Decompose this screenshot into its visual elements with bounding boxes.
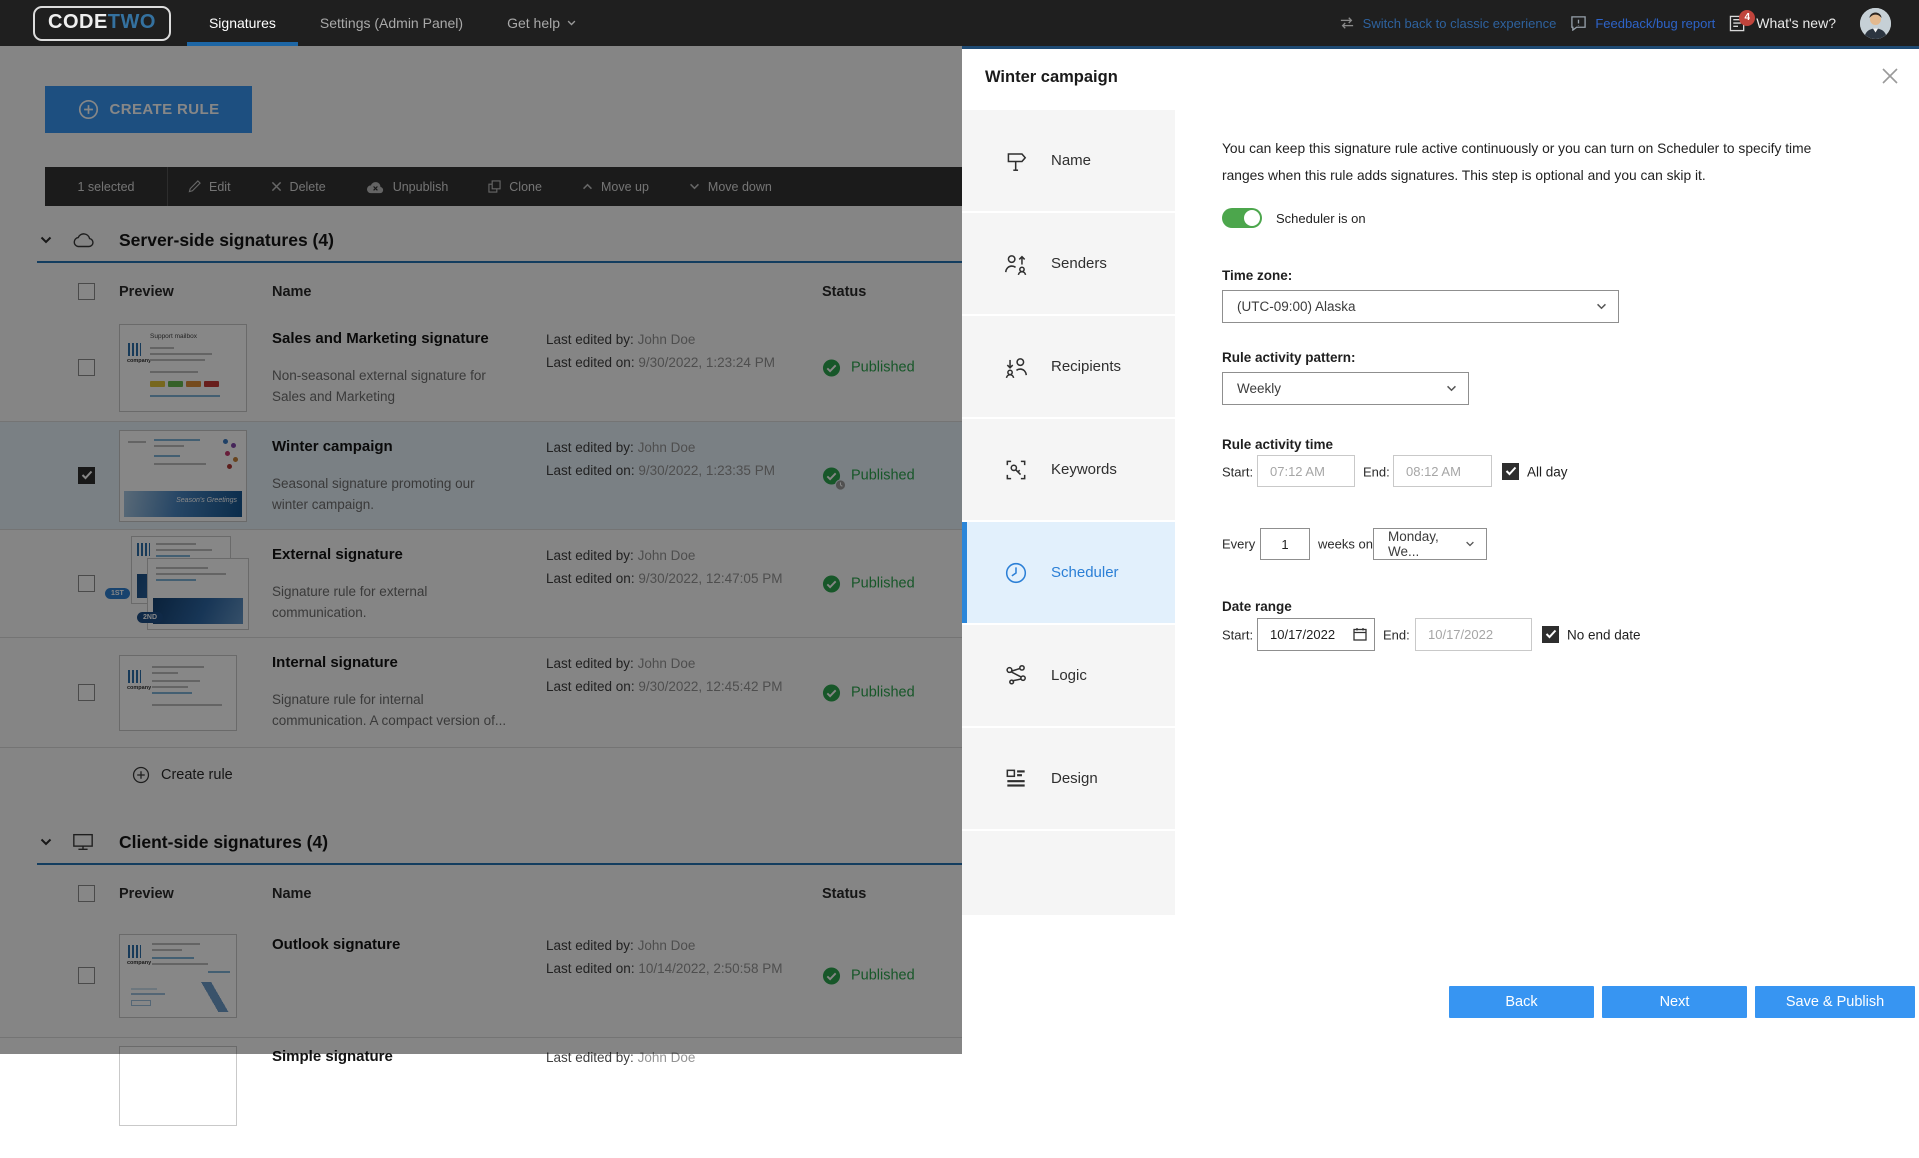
all-day-checkbox[interactable] [1502,462,1519,480]
date-range-label: Date range [1222,599,1292,614]
step-recipients[interactable]: Recipients [962,316,1175,417]
modal-body: Name Senders Recipients Keywords Schedul… [962,110,1919,1054]
toggle-label: Scheduler is on [1276,210,1366,226]
timezone-select[interactable]: (UTC-09:00) Alaska [1222,290,1619,323]
nav-settings[interactable]: Settings (Admin Panel) [298,0,485,46]
start-date-input[interactable] [1257,618,1375,651]
signature-preview-thumbnail [119,1046,237,1126]
recipient-person-down-icon [1003,354,1029,380]
start-time-input[interactable] [1257,455,1355,487]
clock-icon [1003,560,1029,586]
back-button[interactable]: Back [1449,986,1594,1018]
toggle-knob [1244,210,1260,226]
keywords-icon [1003,457,1029,483]
logo-code: CODE [48,10,108,33]
scheduler-toggle[interactable] [1222,208,1262,228]
step-scheduler-active[interactable]: Scheduler [962,522,1175,623]
whats-new-badge: 4 [1739,9,1756,26]
design-layout-icon [1003,766,1029,792]
chevron-down-icon [1446,385,1457,392]
rule-steps-nav: Name Senders Recipients Keywords Schedul… [962,110,1175,1054]
scheduler-intro-text: You can keep this signature rule active … [1222,141,1812,183]
chevron-down-icon [567,20,576,26]
swap-arrows-icon [1339,16,1355,30]
main-menu: Signatures Settings (Admin Panel) Get he… [186,0,598,46]
user-avatar[interactable] [1860,7,1891,39]
start-label: Start: [1222,464,1254,479]
timezone-label: Time zone: [1222,268,1293,283]
nav-signatures[interactable]: Signatures [186,0,298,46]
step-keywords[interactable]: Keywords [962,419,1175,520]
step-name[interactable]: Name [962,110,1175,211]
whats-new-button[interactable]: 4 What's new? [1729,9,1836,32]
logic-graph-icon [1003,663,1029,689]
switch-classic-link[interactable]: Switch back to classic experience [1339,16,1556,31]
signpost-icon [1003,148,1029,174]
all-day-label: All day [1527,464,1568,479]
step-logic[interactable]: Logic [962,625,1175,726]
date-range-row: Start: End: No end date [1175,618,1919,651]
pattern-select[interactable]: Weekly [1222,372,1469,405]
no-end-date-checkbox[interactable] [1542,625,1559,643]
save-publish-button[interactable]: Save & Publish [1755,986,1915,1018]
next-button[interactable]: Next [1602,986,1747,1018]
step-design[interactable]: Design [962,728,1175,829]
weekdays-select[interactable]: Monday, We... [1373,528,1487,560]
sender-person-up-icon [1003,251,1029,277]
navbar-right: Switch back to classic experience Feedba… [1339,7,1891,39]
rule-editor-panel: Winter campaign Name Senders Recipients … [962,46,1919,1054]
feedback-bubble-icon [1570,15,1587,31]
codetwo-logo[interactable]: CODETWO [33,5,171,41]
step-senders[interactable]: Senders [962,213,1175,314]
nav-filler-block [962,831,1175,915]
chevron-down-icon [1465,541,1475,547]
end-date-input[interactable] [1415,618,1532,651]
modal-title: Winter campaign [985,68,1118,86]
modal-header: Winter campaign [962,49,1919,110]
chevron-down-icon [1596,303,1607,310]
end-label: End: [1383,627,1410,642]
modal-dim-overlay[interactable] [0,46,962,1054]
scheduler-toggle-row: Scheduler is on [1222,208,1366,228]
modal-footer: Back Next Save & Publish [1449,986,1915,1018]
whats-new-icon: 4 [1729,9,1756,32]
nav-get-help[interactable]: Get help [485,0,598,46]
logo-two: TWO [107,10,156,33]
feedback-link[interactable]: Feedback/bug report [1570,15,1715,31]
no-end-date-label: No end date [1567,627,1641,642]
start-label: Start: [1222,627,1254,642]
activity-time-row: Start: End: All day [1175,455,1919,488]
table-row[interactable]: Simple signature Last edited by: John Do… [0,1038,1919,1158]
end-label: End: [1363,464,1390,479]
pattern-label: Rule activity pattern: [1222,350,1356,365]
close-icon[interactable] [1881,67,1899,85]
recurrence-row: Every weeks on Monday, We... [1175,528,1919,560]
every-label: Every [1222,536,1256,552]
activity-time-label: Rule activity time [1222,437,1334,452]
scheduler-step-content: You can keep this signature rule active … [1175,110,1919,1054]
top-navbar: CODETWO Signatures Settings (Admin Panel… [0,0,1919,46]
end-time-input[interactable] [1393,455,1492,487]
weeks-on-label: weeks on [1318,536,1373,552]
weeks-interval-input[interactable] [1260,528,1310,560]
